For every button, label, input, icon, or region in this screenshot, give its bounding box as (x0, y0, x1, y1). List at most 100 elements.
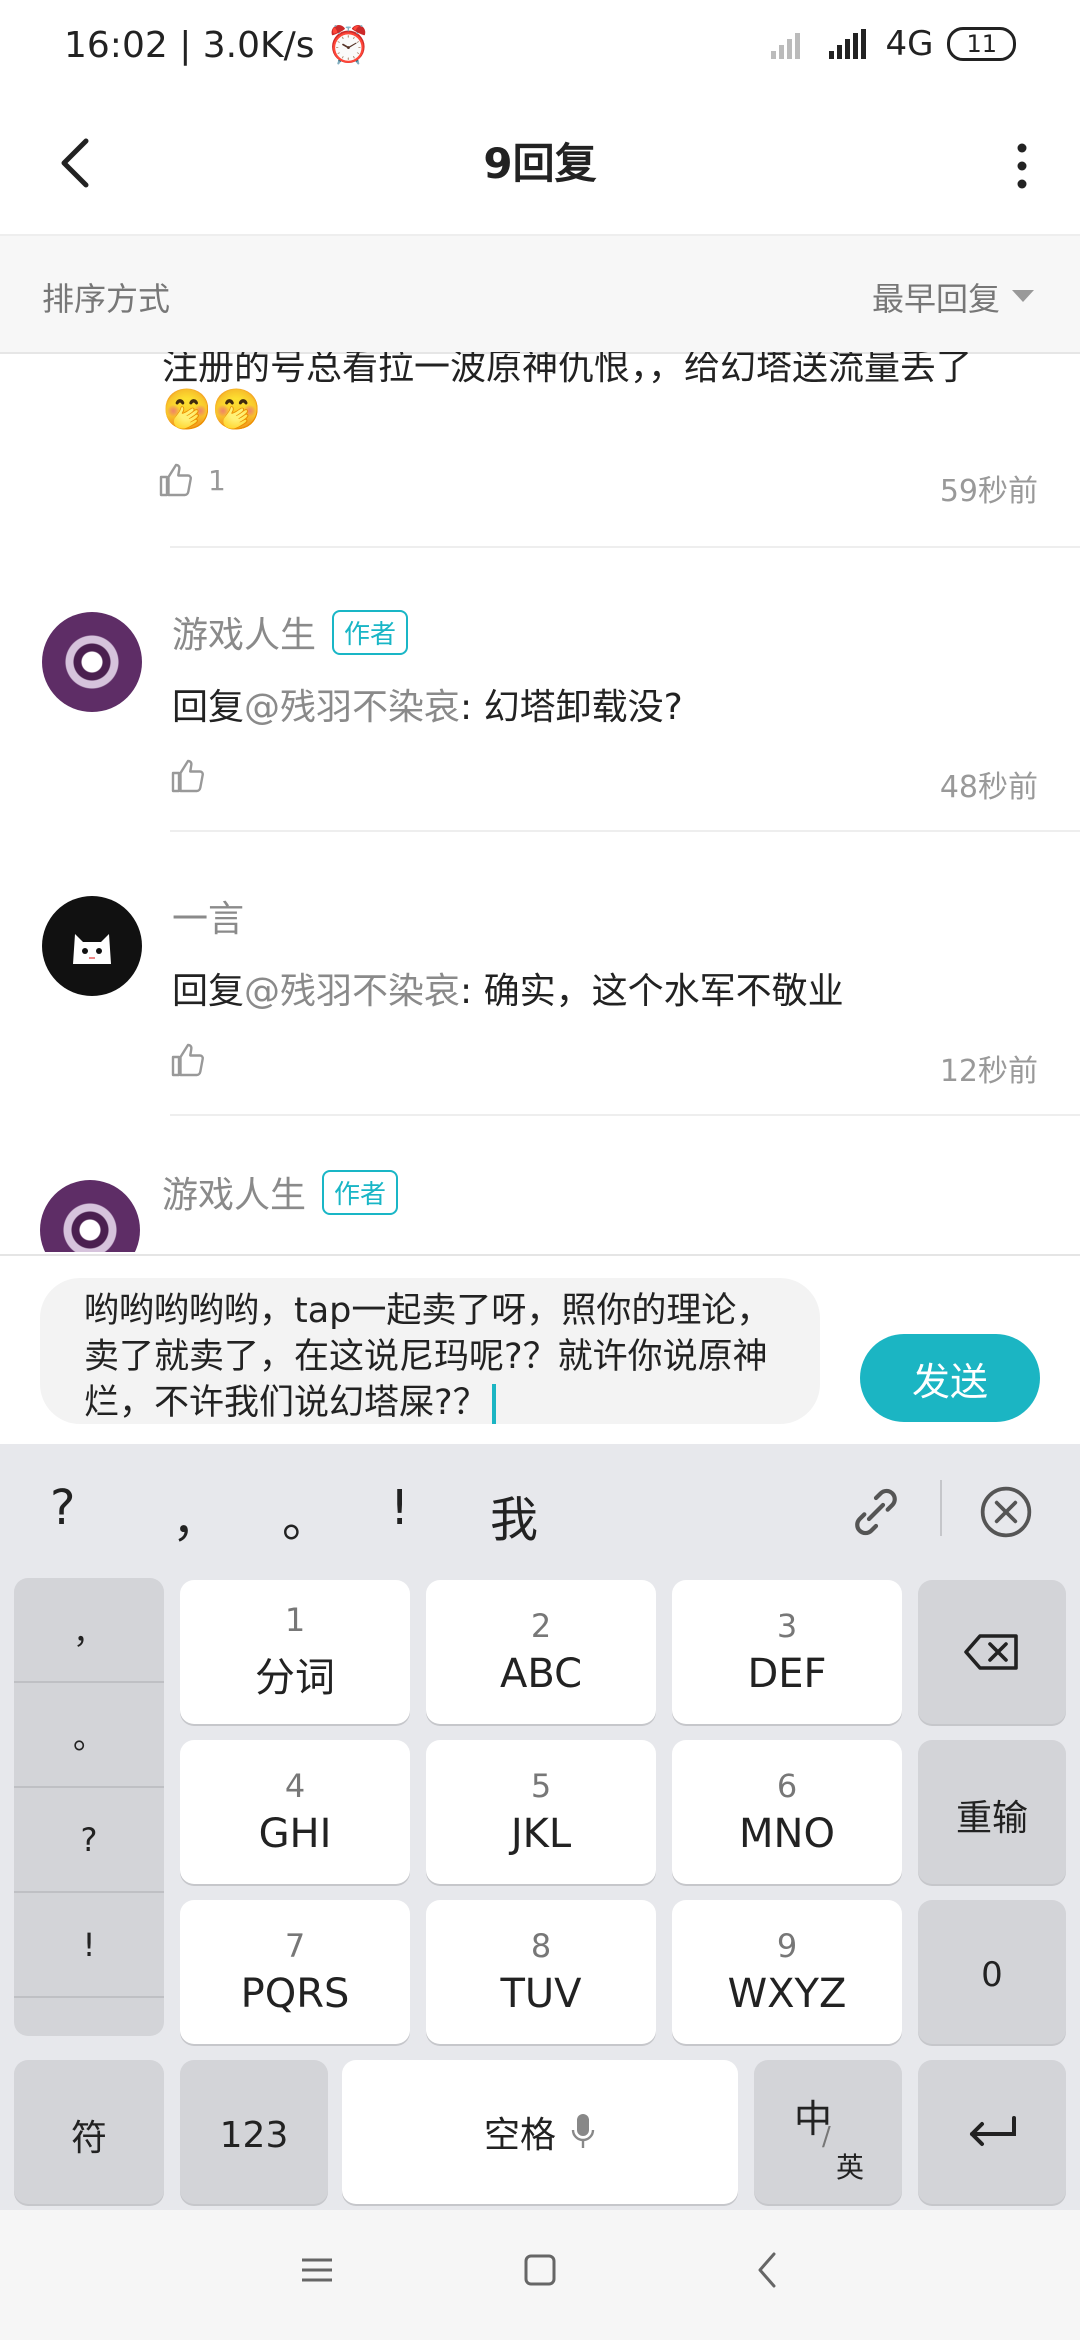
key-5[interactable]: 5 JKL (426, 1740, 656, 1884)
divider (170, 546, 1080, 548)
key-letters: 分词 (255, 1655, 335, 1701)
close-candidates-button[interactable] (978, 1484, 1034, 1544)
reply-input[interactable]: 哟哟哟哟哟，tap一起卖了呀，照你的理论，卖了就卖了，在这说尼玛呢?？就许你说原… (40, 1278, 820, 1424)
thumbs-up-icon (171, 1043, 204, 1077)
mention-link[interactable]: @残羽不染哀 (244, 971, 460, 1012)
system-back-button[interactable] (752, 2250, 782, 2294)
candidate-period[interactable]: 。 (282, 1480, 330, 1550)
key-7[interactable]: 7 PQRS (180, 1900, 410, 2044)
clip-icon (855, 1488, 897, 1536)
divider (170, 1114, 1080, 1116)
key-number: 4 (284, 1767, 306, 1805)
microphone-icon (571, 2114, 595, 2148)
reply-prefix: 回复 (172, 687, 245, 728)
key-3[interactable]: 3 DEF (672, 1580, 902, 1724)
sort-label: 排序方式 (42, 280, 171, 318)
reply-body: : 确实，这个水军不敬业 (460, 971, 844, 1012)
author-badge: 作者 (332, 609, 409, 655)
reply-input-bar: 哟哟哟哟哟，tap一起卖了呀，照你的理论，卖了就卖了，在这说尼玛呢?？就许你说原… (0, 1254, 1080, 1446)
lang-switch-key[interactable]: 中 / 英 (754, 2060, 902, 2204)
alarm-icon: ⏰ (325, 25, 371, 66)
status-right: 4G 11 (769, 24, 1016, 64)
key-number: 7 (284, 1927, 306, 1965)
thumbs-up-icon (159, 463, 192, 497)
comment-author[interactable]: 一言 (172, 890, 244, 942)
key-6[interactable]: 6 MNO (672, 1740, 902, 1884)
lang-slash: / (822, 2122, 831, 2152)
key-number: 2 (530, 1607, 552, 1645)
author-name: 游戏人生 (172, 615, 317, 656)
avatar[interactable] (42, 612, 142, 712)
reply-body: : 幻塔卸载没? (460, 687, 683, 728)
divider (170, 830, 1080, 832)
key-2[interactable]: 2 ABC (426, 1580, 656, 1724)
page-title: 9回复 (483, 139, 597, 188)
mention-link[interactable]: @残羽不染哀 (244, 687, 460, 728)
key-number: 1 (284, 1601, 306, 1639)
signal-weak-icon (771, 33, 801, 59)
status-time: 16:02 (64, 25, 168, 66)
key-letters: DEF (747, 1651, 827, 1697)
comment-item: 游戏人生 作者 回复@残羽不染哀: 幻塔卸载没? 48秒前 (0, 558, 1080, 828)
enter-key[interactable] (918, 2060, 1066, 2204)
key-number: 5 (530, 1767, 552, 1805)
sort-value: 最早回复 (871, 280, 1000, 318)
like-button[interactable] (170, 758, 206, 794)
comment-item: 游戏人生 作者 (0, 1126, 1080, 1252)
square-home-icon (524, 2254, 556, 2286)
punct-key[interactable]: ! (14, 1893, 164, 1998)
author-badge: 作者 (322, 1169, 399, 1215)
comment-author[interactable]: 游戏人生 作者 (162, 1166, 399, 1218)
key-4[interactable]: 4 GHI (180, 1740, 410, 1884)
key-1[interactable]: 1 分词 (180, 1580, 410, 1724)
candidate-question[interactable]: ? (50, 1480, 75, 1536)
comment-text: 回复@残羽不染哀: 幻塔卸载没? (172, 678, 683, 730)
like-button[interactable]: 1 (158, 462, 226, 498)
symbols-key[interactable]: 符 (14, 2060, 164, 2204)
send-button[interactable]: 发送 (860, 1334, 1040, 1422)
like-button[interactable] (170, 1042, 206, 1078)
candidate-comma[interactable]: ， (172, 1480, 220, 1550)
reenter-key[interactable]: 重输 (918, 1740, 1066, 1884)
key-letters: GHI (258, 1811, 332, 1857)
candidate-divider (940, 1480, 942, 1536)
punct-key[interactable]: 。 (14, 1683, 164, 1788)
keyboard: ? ， 。 ! 我 ， 。 ? ! 1 分词 2 ABC 3 DEF 4 GHI… (0, 1444, 1080, 2210)
candidate-wo[interactable]: 我 (490, 1480, 538, 1550)
author-name: 一言 (172, 899, 245, 940)
recents-button[interactable] (298, 2252, 336, 2292)
key-8[interactable]: 8 TUV (426, 1900, 656, 2044)
key-number: 8 (530, 1927, 552, 1965)
status-bar: 16:02 | 3.0K/s ⏰ 4G 11 (0, 0, 1080, 100)
space-key[interactable]: 空格 (342, 2060, 738, 2204)
comment-time: 12秒前 (939, 1054, 1038, 1089)
comment-text: 注册的号总看拉一波原神仇恨，，给幻塔送流量丢了 (162, 352, 973, 388)
comment-item: 一言 回复@残羽不染哀: 确实，这个水军不敬业 12秒前 (0, 842, 1080, 1112)
backspace-key[interactable] (918, 1580, 1066, 1724)
symbols-label: 符 (70, 2118, 107, 2159)
comment-emoji: 🤭🤭 (162, 387, 262, 433)
reply-prefix: 回复 (172, 971, 245, 1012)
lang-en-label: 英 (836, 2151, 865, 2184)
reply-input-text[interactable]: 哟哟哟哟哟，tap一起卖了呀，照你的理论，卖了就卖了，在这说尼玛呢?？就许你说原… (84, 1288, 784, 1426)
more-options-button[interactable] (1012, 136, 1032, 196)
avatar[interactable] (40, 1180, 140, 1252)
clipboard-button[interactable] (848, 1484, 904, 1544)
punct-key[interactable]: ? (14, 1788, 164, 1893)
comment-author[interactable]: 游戏人生 作者 (172, 606, 409, 658)
candidate-exclaim[interactable]: ! (390, 1480, 409, 1536)
num-mode-key[interactable]: 123 (180, 2060, 328, 2204)
home-button[interactable] (522, 2252, 558, 2292)
comment-text: 回复@残羽不染哀: 确实，这个水军不敬业 (172, 962, 844, 1014)
backspace-icon (964, 1634, 1018, 1670)
comment-list: 注册的号总看拉一波原神仇恨，，给幻塔送流量丢了 🤭🤭 1 59秒前 游戏人生 作… (0, 352, 1080, 1252)
key-letters: WXYZ (727, 1971, 847, 2017)
key-0[interactable]: 0 (918, 1900, 1066, 2044)
sort-dropdown[interactable]: 最早回复 (872, 274, 1034, 320)
avatar[interactable] (42, 896, 142, 996)
thumbs-up-icon (171, 759, 204, 793)
reply-input-value: 哟哟哟哟哟，tap一起卖了呀，照你的理论，卖了就卖了，在这说尼玛呢?？就许你说原… (84, 1291, 772, 1423)
punct-key[interactable]: ， (14, 1578, 164, 1683)
key-9[interactable]: 9 WXYZ (672, 1900, 902, 2044)
key-letters: JKL (510, 1811, 572, 1857)
